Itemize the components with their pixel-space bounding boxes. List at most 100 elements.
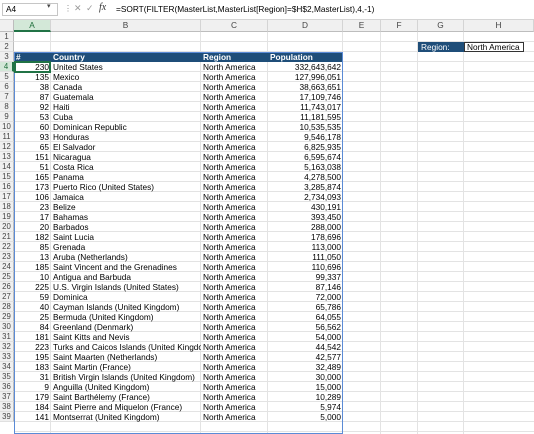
cell-region[interactable]: North America [201, 232, 268, 242]
row-header-28[interactable]: 28 [0, 302, 14, 312]
cell-country[interactable]: Dominican Republic [51, 122, 201, 132]
cell-number[interactable]: 165 [14, 172, 51, 182]
cell-country[interactable]: Jamaica [51, 192, 201, 202]
row-header-20[interactable]: 20 [0, 222, 14, 232]
column-header-d[interactable]: D [268, 20, 343, 32]
cell-country[interactable]: Honduras [51, 132, 201, 142]
column-header-c[interactable]: C [201, 20, 268, 32]
cell-region[interactable]: North America [201, 112, 268, 122]
cell-number[interactable]: 31 [14, 372, 51, 382]
cell-region[interactable]: North America [201, 292, 268, 302]
cell-population[interactable]: 332,643,642 [268, 62, 343, 72]
row-header-31[interactable]: 31 [0, 332, 14, 342]
cell-number[interactable]: 20 [14, 222, 51, 232]
cell-region[interactable]: North America [201, 102, 268, 112]
row-header-25[interactable]: 25 [0, 272, 14, 282]
cell-number[interactable]: 151 [14, 152, 51, 162]
header-region[interactable]: Region [201, 52, 268, 62]
cell-number[interactable]: 65 [14, 142, 51, 152]
cell-country[interactable]: Saint Martin (France) [51, 362, 201, 372]
cell-population[interactable]: 72,000 [268, 292, 343, 302]
cell-population[interactable]: 56,562 [268, 322, 343, 332]
row-header-4[interactable]: 4 [0, 62, 14, 72]
row-header-29[interactable]: 29 [0, 312, 14, 322]
cell-population[interactable]: 113,000 [268, 242, 343, 252]
cell-region[interactable]: North America [201, 382, 268, 392]
cell-population[interactable]: 11,743,017 [268, 102, 343, 112]
row-header-6[interactable]: 6 [0, 82, 14, 92]
cell-region[interactable]: North America [201, 392, 268, 402]
row-header-12[interactable]: 12 [0, 142, 14, 152]
row-header-7[interactable]: 7 [0, 92, 14, 102]
column-header-a[interactable]: A [14, 20, 51, 32]
row-header-26[interactable]: 26 [0, 282, 14, 292]
cell-population[interactable]: 9,546,178 [268, 132, 343, 142]
row-header-11[interactable]: 11 [0, 132, 14, 142]
cell-country[interactable]: Saint Lucia [51, 232, 201, 242]
row-header-5[interactable]: 5 [0, 72, 14, 82]
cancel-icon[interactable]: ✕ [74, 3, 82, 14]
cell-country[interactable]: U.S. Virgin Islands (United States) [51, 282, 201, 292]
cell-number[interactable]: 92 [14, 102, 51, 112]
cell-number[interactable]: 10 [14, 272, 51, 282]
row-header-22[interactable]: 22 [0, 242, 14, 252]
cell-region[interactable]: North America [201, 312, 268, 322]
row-header-37[interactable]: 37 [0, 392, 14, 402]
row-header-38[interactable]: 38 [0, 402, 14, 412]
cell-region[interactable]: North America [201, 222, 268, 232]
row-header-17[interactable]: 17 [0, 192, 14, 202]
cell-population[interactable]: 99,337 [268, 272, 343, 282]
cell-number[interactable]: 84 [14, 322, 51, 332]
column-header-h[interactable]: H [464, 20, 534, 32]
cell-population[interactable]: 44,542 [268, 342, 343, 352]
cell-country[interactable]: Bahamas [51, 212, 201, 222]
row-header-33[interactable]: 33 [0, 352, 14, 362]
cell-number[interactable]: 173 [14, 182, 51, 192]
row-header-1[interactable]: 1 [0, 32, 14, 42]
row-header-19[interactable]: 19 [0, 212, 14, 222]
column-header-g[interactable]: G [418, 20, 464, 32]
region-label-cell[interactable]: Region: [418, 42, 464, 52]
cell-number[interactable]: 183 [14, 362, 51, 372]
cell-number[interactable]: 185 [14, 262, 51, 272]
cell-region[interactable]: North America [201, 202, 268, 212]
cell-region[interactable]: North America [201, 342, 268, 352]
cell-number[interactable]: 51 [14, 162, 51, 172]
cell-number[interactable]: 38 [14, 82, 51, 92]
cell-population[interactable]: 32,489 [268, 362, 343, 372]
cell-population[interactable]: 11,181,595 [268, 112, 343, 122]
cell-population[interactable]: 54,000 [268, 332, 343, 342]
row-header-10[interactable]: 10 [0, 122, 14, 132]
cell-region[interactable]: North America [201, 322, 268, 332]
row-header-3[interactable]: 3 [0, 52, 14, 62]
cell-number[interactable]: 87 [14, 92, 51, 102]
cell-population[interactable]: 30,000 [268, 372, 343, 382]
cell-number[interactable]: 230 [14, 62, 51, 72]
cell-population[interactable]: 10,535,535 [268, 122, 343, 132]
cell-region[interactable]: North America [201, 62, 268, 72]
row-header-27[interactable]: 27 [0, 292, 14, 302]
cell-number[interactable]: 184 [14, 402, 51, 412]
chevron-down-icon[interactable]: ▾ [47, 2, 51, 10]
cell-number[interactable]: 25 [14, 312, 51, 322]
cell-country[interactable]: Canada [51, 82, 201, 92]
row-header-30[interactable]: 30 [0, 322, 14, 332]
select-all-corner[interactable] [0, 20, 14, 32]
cell-country[interactable]: Belize [51, 202, 201, 212]
cell-number[interactable]: 223 [14, 342, 51, 352]
cell-population[interactable]: 430,191 [268, 202, 343, 212]
cell-population[interactable]: 64,055 [268, 312, 343, 322]
cell-region[interactable]: North America [201, 362, 268, 372]
cell-number[interactable]: 106 [14, 192, 51, 202]
cell-region[interactable]: North America [201, 92, 268, 102]
cell-region[interactable]: North America [201, 272, 268, 282]
cell-country[interactable]: Antigua and Barbuda [51, 272, 201, 282]
column-header-b[interactable]: B [51, 20, 201, 32]
cell-population[interactable]: 3,285,874 [268, 182, 343, 192]
cell-region[interactable]: North America [201, 172, 268, 182]
cell-number[interactable]: 17 [14, 212, 51, 222]
cell-region[interactable]: North America [201, 412, 268, 422]
cell-population[interactable]: 38,663,651 [268, 82, 343, 92]
cell-country[interactable]: Mexico [51, 72, 201, 82]
cell-country[interactable]: Anguilla (United Kingdom) [51, 382, 201, 392]
